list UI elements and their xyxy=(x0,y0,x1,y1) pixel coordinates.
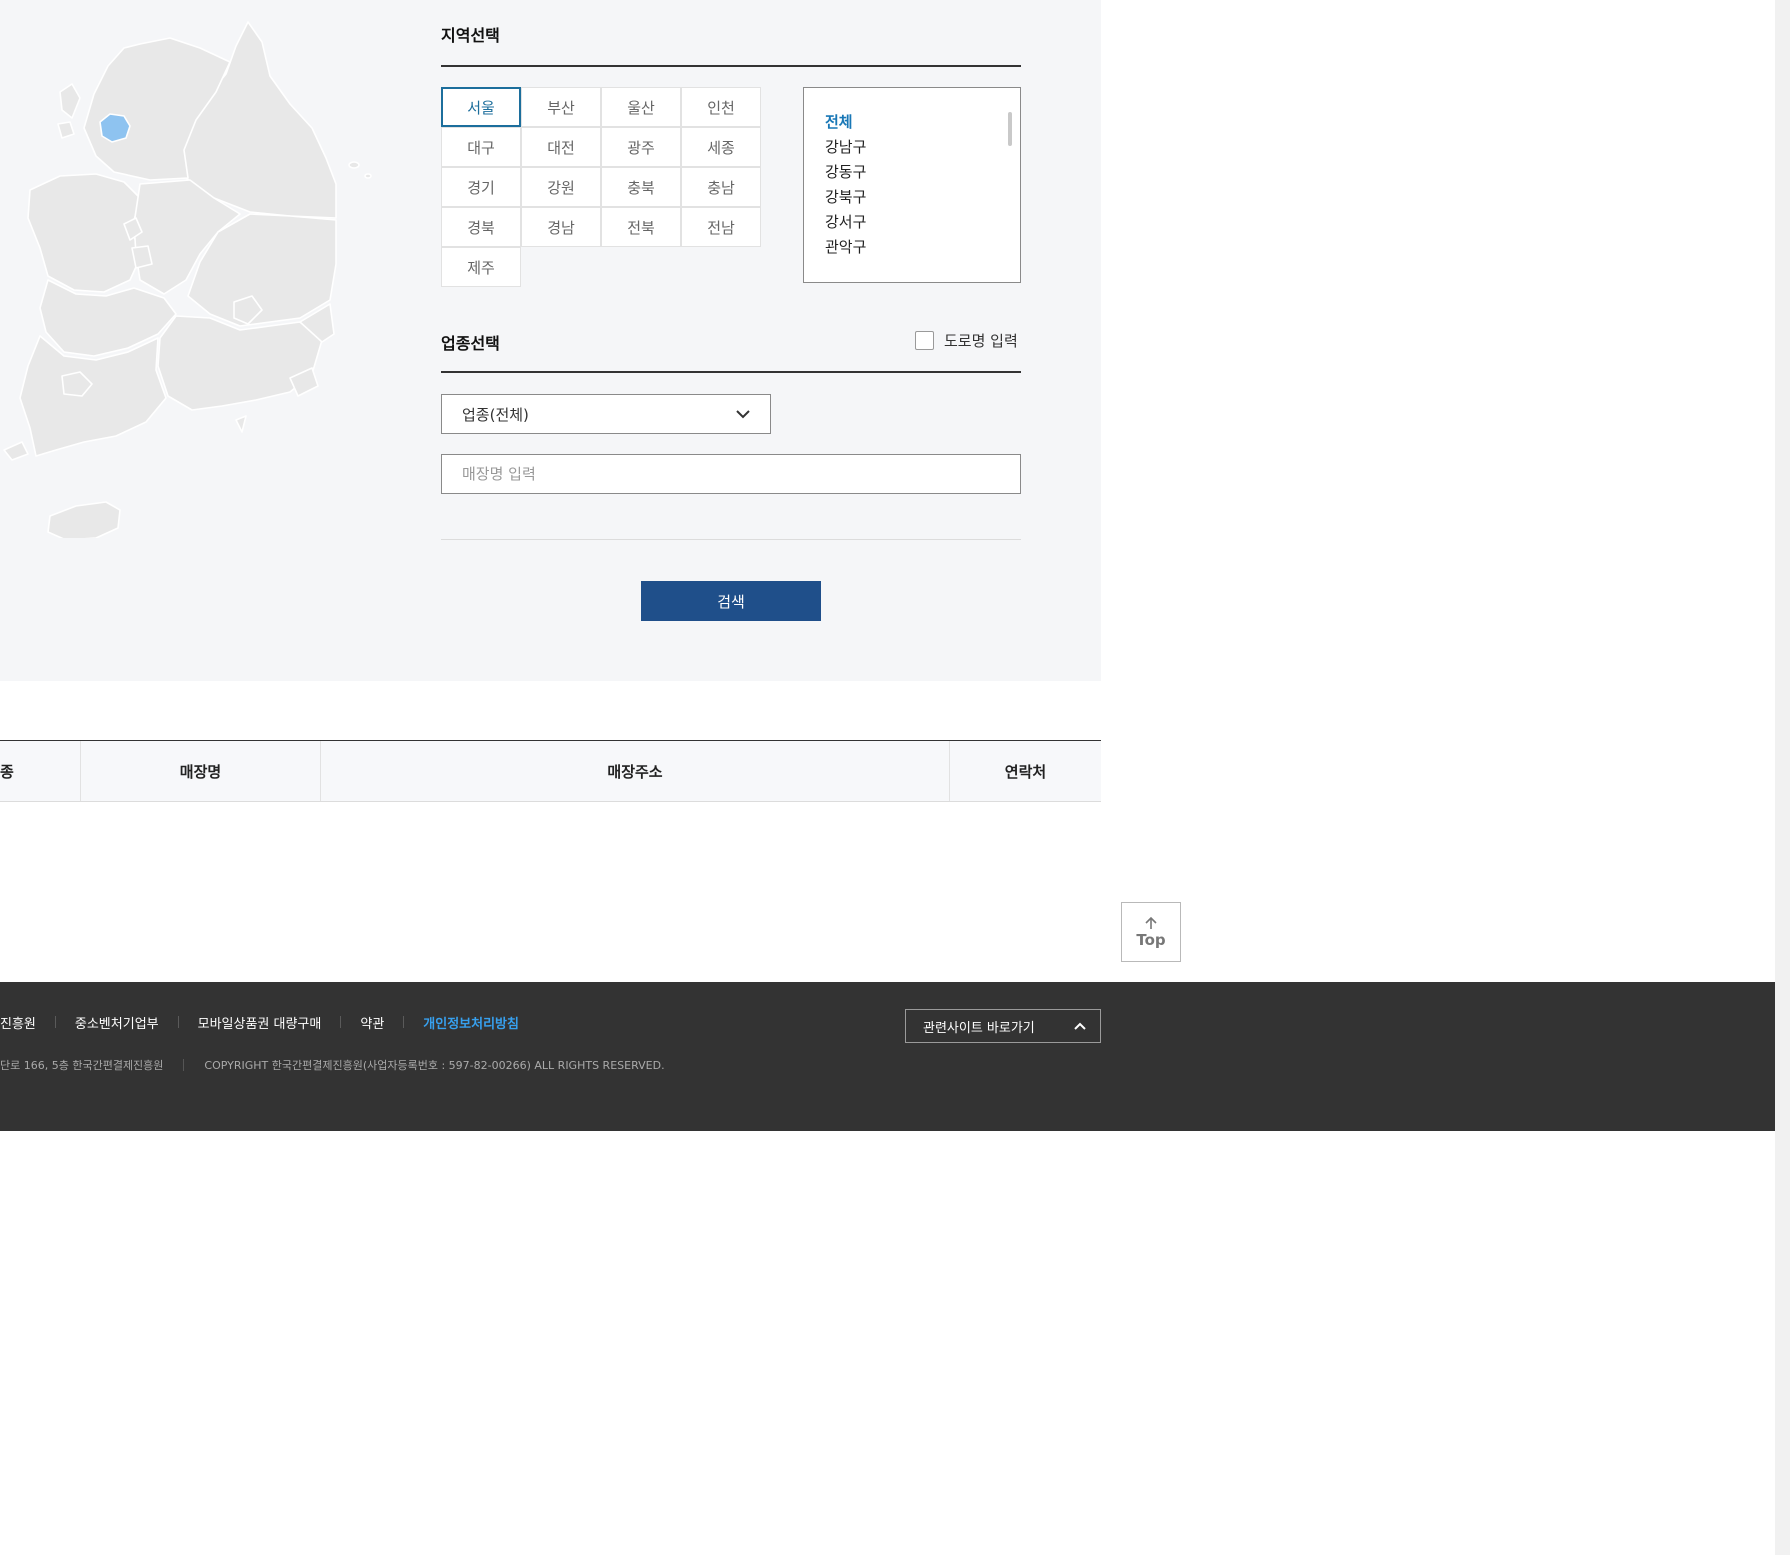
region-title-underline xyxy=(441,65,1021,67)
category-dropdown-value: 업종(전체) xyxy=(462,405,529,424)
region-button[interactable]: 충남 xyxy=(681,167,761,207)
region-button[interactable]: 광주 xyxy=(601,127,681,167)
scroll-top-label: Top xyxy=(1136,931,1166,949)
district-item[interactable]: 강동구 xyxy=(825,160,1020,185)
district-list[interactable]: 전체 강남구 강동구 강북구 강서구 관악구 xyxy=(803,87,1021,283)
category-title-underline xyxy=(441,371,1021,373)
scroll-top-button[interactable]: Top xyxy=(1121,902,1181,962)
chevron-down-icon xyxy=(736,410,750,419)
region-button[interactable]: 서울 xyxy=(441,87,521,127)
region-button[interactable]: 세종 xyxy=(681,127,761,167)
region-button[interactable]: 부산 xyxy=(521,87,601,127)
region-button[interactable]: 경북 xyxy=(441,207,521,247)
region-button[interactable]: 대전 xyxy=(521,127,601,167)
korea-region-map[interactable] xyxy=(0,18,380,538)
footer-link[interactable]: 개인정보처리방침 xyxy=(423,1013,519,1032)
road-name-checkbox[interactable]: 도로명 입력 xyxy=(915,330,1018,351)
checkbox-box[interactable] xyxy=(915,331,934,350)
results-table-header: 종 매장명 매장주소 연락처 xyxy=(0,740,1101,802)
road-name-label: 도로명 입력 xyxy=(944,332,1018,350)
footer-links: 진흥원 중소벤처기업부 모바일상품권 대량구매 약관 개인정보처리방침 xyxy=(0,1013,519,1032)
category-dropdown[interactable]: 업종(전체) xyxy=(441,394,771,434)
footer-divider xyxy=(177,1016,179,1028)
footer-link[interactable]: 모바일상품권 대량구매 xyxy=(198,1013,322,1032)
form-divider xyxy=(441,539,1021,540)
arrow-up-icon xyxy=(1145,916,1157,929)
footer-link[interactable]: 중소벤처기업부 xyxy=(75,1013,159,1032)
district-item[interactable]: 강남구 xyxy=(825,135,1020,160)
region-button[interactable]: 강원 xyxy=(521,167,601,207)
store-name-input[interactable] xyxy=(441,454,1021,494)
region-button[interactable]: 제주 xyxy=(441,247,521,287)
district-item[interactable]: 전체 xyxy=(825,110,1020,135)
map-incheon xyxy=(59,83,81,119)
footer-address: 단로 166, 5층 한국간편결제진흥원 xyxy=(0,1059,164,1072)
search-panel: 지역선택 서울 부산 울산 인천 대구 대전 광주 세종 경기 강원 충북 충남 경북 경남 전북 전남 제주 … xyxy=(0,0,1101,681)
district-item[interactable]: 강북구 xyxy=(825,185,1020,210)
search-button[interactable]: 검색 xyxy=(641,581,821,621)
district-scrollbar-thumb[interactable] xyxy=(1008,112,1012,146)
region-button[interactable]: 경남 xyxy=(521,207,601,247)
related-sites-label: 관련사이트 바로가기 xyxy=(923,1020,1035,1036)
footer-divider xyxy=(54,1016,56,1028)
map-daejeon xyxy=(131,245,153,269)
district-item[interactable]: 강서구 xyxy=(825,210,1020,235)
region-button[interactable]: 전남 xyxy=(681,207,761,247)
related-sites-dropdown[interactable]: 관련사이트 바로가기 xyxy=(905,1009,1101,1043)
footer-divider xyxy=(183,1059,185,1071)
footer-copyright: COPYRIGHT 한국간편결제진흥원(사업자등록번호 : 597-82-002… xyxy=(204,1059,665,1072)
region-section-title: 지역선택 xyxy=(441,26,500,45)
footer-divider xyxy=(403,1016,405,1028)
region-button[interactable]: 전북 xyxy=(601,207,681,247)
region-button[interactable]: 인천 xyxy=(681,87,761,127)
page-scrollbar[interactable] xyxy=(1775,0,1790,1555)
chevron-up-icon xyxy=(1074,1022,1086,1030)
map-jeju xyxy=(47,501,121,538)
footer-divider xyxy=(340,1016,342,1028)
footer-info: 단로 166, 5층 한국간편결제진흥원 COPYRIGHT 한국간편결제진흥원… xyxy=(0,1057,665,1073)
region-button[interactable]: 울산 xyxy=(601,87,681,127)
district-item[interactable]: 관악구 xyxy=(825,235,1020,260)
region-button[interactable]: 경기 xyxy=(441,167,521,207)
map-seoul xyxy=(99,113,131,143)
region-button[interactable]: 충북 xyxy=(601,167,681,207)
column-header-contact: 연락처 xyxy=(1004,762,1047,781)
category-section-title: 업종선택 xyxy=(441,334,500,353)
column-header-category: 종 xyxy=(0,762,14,781)
footer-link[interactable]: 약관 xyxy=(360,1013,384,1032)
region-button[interactable]: 대구 xyxy=(441,127,521,167)
column-header-address: 매장주소 xyxy=(607,762,663,781)
footer: 진흥원 중소벤처기업부 모바일상품권 대량구매 약관 개인정보처리방침 단로 166, … xyxy=(0,982,1775,1131)
map-chungnam xyxy=(27,173,141,293)
column-header-store-name: 매장명 xyxy=(179,762,222,781)
footer-link[interactable]: 진흥원 xyxy=(0,1013,36,1032)
